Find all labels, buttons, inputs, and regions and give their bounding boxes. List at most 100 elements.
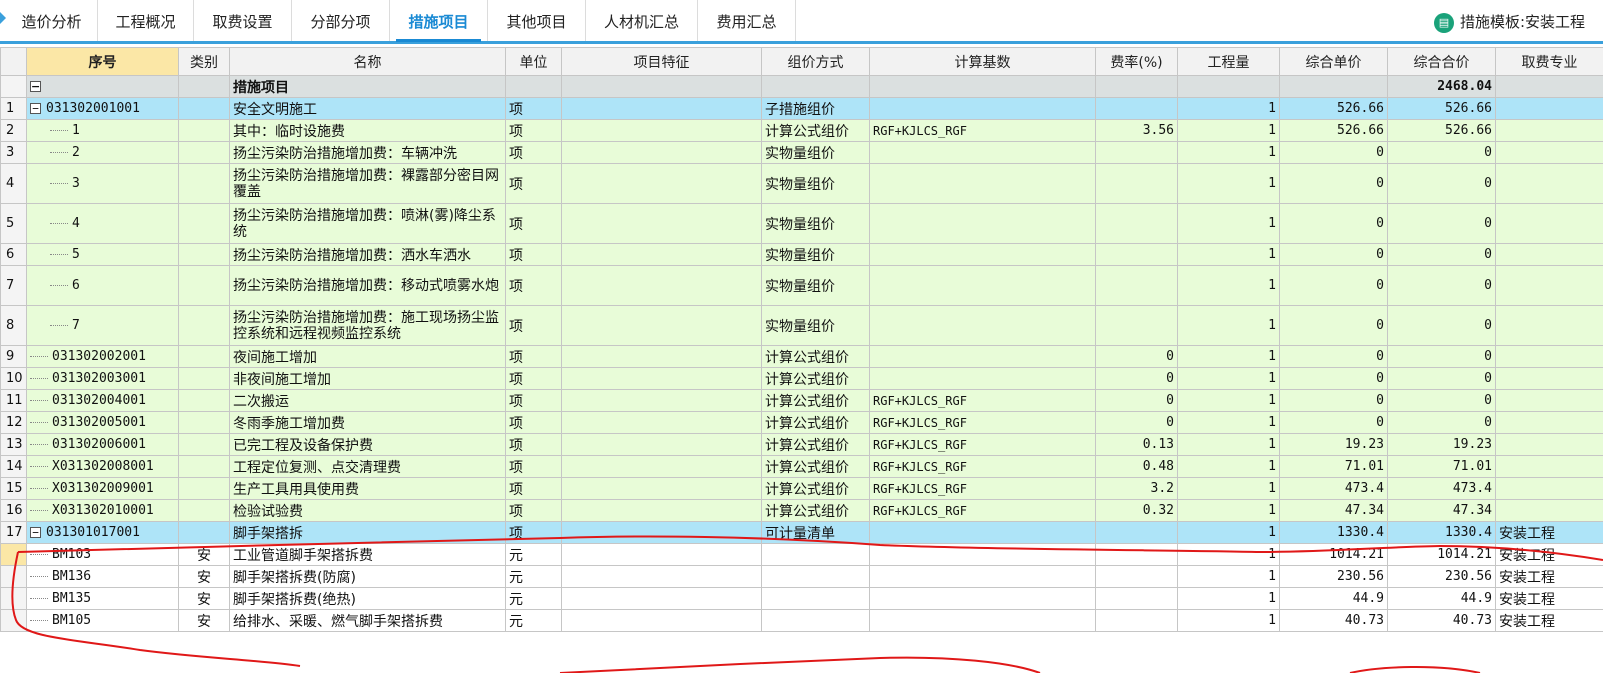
category-cell[interactable] bbox=[178, 455, 230, 478]
features-cell[interactable] bbox=[561, 455, 762, 478]
unit-price-cell[interactable]: 1330.4 bbox=[1279, 521, 1388, 544]
pricing-method-cell[interactable]: 实物量组价 bbox=[761, 141, 870, 164]
calc-base-cell[interactable] bbox=[869, 587, 1096, 610]
seq-cell[interactable]: 7 bbox=[26, 305, 179, 346]
features-cell[interactable] bbox=[561, 243, 762, 266]
rate-cell[interactable] bbox=[1095, 97, 1178, 120]
table-row[interactable]: 15 X031302009001 生产工具用具使用费项 计算公式组价 RGF+KJLCS… bbox=[0, 477, 1603, 500]
total-price-cell[interactable]: 473.4 bbox=[1387, 477, 1496, 500]
total-price-cell[interactable]: 0 bbox=[1387, 203, 1496, 244]
total-price-cell[interactable]: 526.66 bbox=[1387, 97, 1496, 120]
collapse-icon[interactable]: − bbox=[30, 527, 41, 538]
quantity-cell[interactable]: 1 bbox=[1177, 455, 1280, 478]
table-row[interactable]: 3 2 扬尘污染防治措施增加费：车辆冲洗项实物量组价 1 0 0 bbox=[0, 141, 1603, 164]
features-cell[interactable] bbox=[561, 203, 762, 244]
pricing-method-cell[interactable]: 实物量组价 bbox=[761, 203, 870, 244]
category-cell[interactable] bbox=[178, 265, 230, 306]
unit-cell[interactable]: 项 bbox=[505, 265, 562, 306]
col-calc-base[interactable]: 计算基数 bbox=[869, 47, 1096, 76]
unit-cell[interactable]: 项 bbox=[505, 389, 562, 412]
total-price-cell[interactable]: 44.9 bbox=[1387, 587, 1496, 610]
name-cell[interactable]: 工业管道脚手架搭拆费 bbox=[229, 543, 506, 566]
seq-cell[interactable]: 031302003001 bbox=[26, 367, 179, 390]
total-price-cell[interactable]: 71.01 bbox=[1387, 455, 1496, 478]
fee-major-cell[interactable]: 安装工程 bbox=[1495, 565, 1603, 588]
tab-labor-material-summary[interactable]: 人材机汇总 bbox=[586, 0, 698, 41]
col-fee-major[interactable]: 取费专业 bbox=[1495, 47, 1603, 76]
tab-fee-summary[interactable]: 费用汇总 bbox=[698, 0, 796, 41]
pricing-method-cell[interactable]: 计算公式组价 bbox=[761, 477, 870, 500]
seq-cell[interactable]: 6 bbox=[26, 265, 179, 306]
features-cell[interactable] bbox=[561, 609, 762, 632]
fee-major-cell[interactable] bbox=[1495, 97, 1603, 120]
col-features[interactable]: 项目特征 bbox=[561, 47, 762, 76]
name-cell[interactable]: 脚手架搭拆 bbox=[229, 521, 506, 544]
calc-base-cell[interactable] bbox=[869, 203, 1096, 244]
seq-cell[interactable]: 031302002001 bbox=[26, 345, 179, 368]
features-cell[interactable] bbox=[561, 119, 762, 142]
name-cell[interactable]: 扬尘污染防治措施增加费：裸露部分密目网覆盖 bbox=[229, 163, 506, 204]
pricing-method-cell[interactable] bbox=[761, 565, 870, 588]
table-row[interactable]: 7 6 扬尘污染防治措施增加费：移动式喷雾水炮项实物量组价 1 0 0 bbox=[0, 265, 1603, 306]
total-price-cell[interactable]: 0 bbox=[1387, 265, 1496, 306]
seq-cell[interactable]: 031302006001 bbox=[26, 433, 179, 456]
rate-cell[interactable] bbox=[1095, 543, 1178, 566]
pricing-method-cell[interactable]: 子措施组价 bbox=[761, 97, 870, 120]
rate-cell[interactable]: 0.48 bbox=[1095, 455, 1178, 478]
pricing-method-cell[interactable]: 计算公式组价 bbox=[761, 345, 870, 368]
group-header-row[interactable]: − 措施项目 2468.04 bbox=[0, 75, 1603, 98]
tab-sub-items[interactable]: 分部分项 bbox=[292, 0, 390, 41]
quantity-cell[interactable]: 1 bbox=[1177, 305, 1280, 346]
total-price-cell[interactable]: 0 bbox=[1387, 389, 1496, 412]
pricing-method-cell[interactable]: 计算公式组价 bbox=[761, 367, 870, 390]
calc-base-cell[interactable] bbox=[869, 97, 1096, 120]
pricing-method-cell[interactable]: 计算公式组价 bbox=[761, 411, 870, 434]
fee-major-cell[interactable] bbox=[1495, 305, 1603, 346]
unit-price-cell[interactable]: 526.66 bbox=[1279, 119, 1388, 142]
category-cell[interactable] bbox=[178, 305, 230, 346]
category-cell[interactable]: 安 bbox=[178, 609, 230, 632]
features-cell[interactable] bbox=[561, 411, 762, 434]
pricing-method-cell[interactable]: 计算公式组价 bbox=[761, 499, 870, 522]
seq-cell[interactable]: BM105 bbox=[26, 609, 179, 632]
name-cell[interactable]: 冬雨季施工增加费 bbox=[229, 411, 506, 434]
category-cell[interactable] bbox=[178, 521, 230, 544]
quantity-cell[interactable]: 1 bbox=[1177, 203, 1280, 244]
pricing-method-cell[interactable]: 实物量组价 bbox=[761, 163, 870, 204]
category-cell[interactable]: 安 bbox=[178, 565, 230, 588]
quantity-cell[interactable]: 1 bbox=[1177, 499, 1280, 522]
calc-base-cell[interactable] bbox=[869, 345, 1096, 368]
pricing-method-cell[interactable] bbox=[761, 609, 870, 632]
table-row[interactable]: BM136 安脚手架搭拆费(防腐) 元 1 230.56 230.56 安装工程 bbox=[0, 565, 1603, 588]
name-cell[interactable]: 工程定位复测、点交清理费 bbox=[229, 455, 506, 478]
total-price-cell[interactable]: 1014.21 bbox=[1387, 543, 1496, 566]
fee-major-cell[interactable] bbox=[1495, 345, 1603, 368]
category-cell[interactable]: 安 bbox=[178, 587, 230, 610]
calc-base-cell[interactable] bbox=[869, 521, 1096, 544]
name-cell[interactable]: 扬尘污染防治措施增加费：车辆冲洗 bbox=[229, 141, 506, 164]
seq-cell[interactable]: 3 bbox=[26, 163, 179, 204]
features-cell[interactable] bbox=[561, 433, 762, 456]
seq-cell[interactable]: − bbox=[26, 75, 179, 98]
quantity-cell[interactable]: 1 bbox=[1177, 97, 1280, 120]
col-quantity[interactable]: 工程量 bbox=[1177, 47, 1280, 76]
col-pricing-method[interactable]: 组价方式 bbox=[761, 47, 870, 76]
table-row[interactable]: 13 031302006001 已完工程及设备保护费项 计算公式组价 RGF+KJLCS… bbox=[0, 433, 1603, 456]
col-rate[interactable]: 费率(%) bbox=[1095, 47, 1178, 76]
unit-price-cell[interactable]: 0 bbox=[1279, 305, 1388, 346]
table-row[interactable]: 10 031302003001 非夜间施工增加项计算公式组价 0 1 0 0 bbox=[0, 367, 1603, 390]
category-cell[interactable] bbox=[178, 345, 230, 368]
rate-cell[interactable] bbox=[1095, 305, 1178, 346]
quantity-cell[interactable]: 1 bbox=[1177, 265, 1280, 306]
features-cell[interactable] bbox=[561, 499, 762, 522]
name-cell[interactable]: 安全文明施工 bbox=[229, 97, 506, 120]
collapse-icon[interactable]: − bbox=[30, 81, 41, 92]
fee-major-cell[interactable] bbox=[1495, 203, 1603, 244]
measure-template[interactable]: ▤ 措施模板:安装工程 bbox=[1433, 0, 1585, 44]
unit-price-cell[interactable]: 230.56 bbox=[1279, 565, 1388, 588]
pricing-method-cell[interactable]: 实物量组价 bbox=[761, 265, 870, 306]
fee-major-cell[interactable] bbox=[1495, 163, 1603, 204]
category-cell[interactable] bbox=[178, 163, 230, 204]
unit-cell[interactable]: 元 bbox=[505, 587, 562, 610]
total-price-cell[interactable]: 47.34 bbox=[1387, 499, 1496, 522]
